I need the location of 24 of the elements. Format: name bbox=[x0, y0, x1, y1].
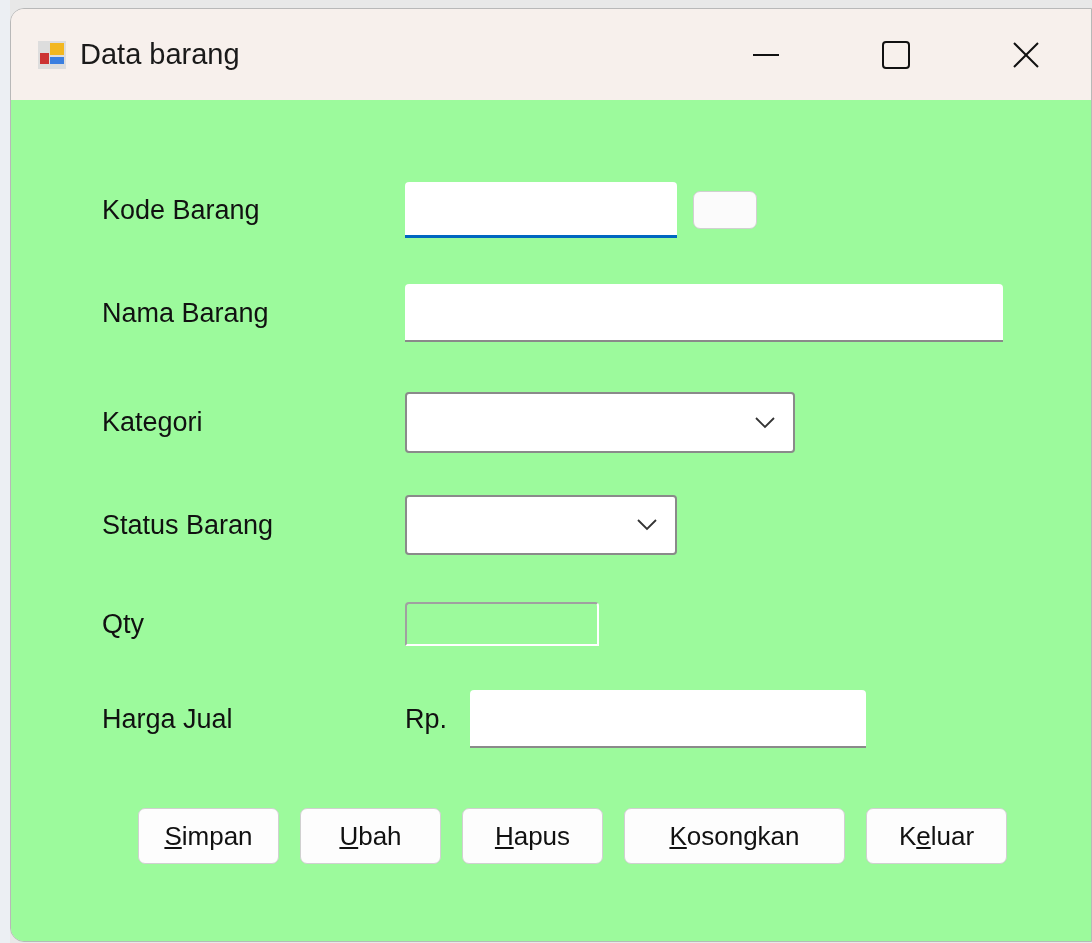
action-button[interactable]: Keluar bbox=[866, 808, 1007, 864]
field-label: Qty bbox=[102, 608, 145, 640]
field-label: Nama Barang bbox=[102, 297, 270, 329]
action-button[interactable]: Hapus bbox=[462, 808, 603, 864]
window-title: Data barang bbox=[80, 38, 241, 71]
field-label: Kategori bbox=[102, 407, 204, 438]
action-button[interactable]: Ubah bbox=[300, 808, 441, 864]
field-label: Status Barang bbox=[102, 509, 275, 541]
maximize-icon bbox=[882, 40, 910, 69]
app-icon bbox=[38, 40, 66, 69]
dropdown-field[interactable] bbox=[405, 495, 677, 555]
text-field[interactable] bbox=[470, 690, 866, 748]
field-label: Kode Barang bbox=[102, 194, 261, 226]
minimize-icon bbox=[753, 53, 779, 56]
action-button[interactable]: Simpan bbox=[138, 808, 279, 864]
text-field[interactable] bbox=[405, 284, 1003, 342]
text-field[interactable] bbox=[405, 182, 677, 238]
dropdown-field[interactable] bbox=[405, 392, 795, 453]
currency-prefix: Rp. bbox=[405, 703, 449, 735]
field-label: Harga Jual bbox=[102, 703, 234, 735]
chevron-down-icon bbox=[755, 416, 775, 429]
close-icon bbox=[1012, 40, 1040, 69]
action-button[interactable]: Kosongkan bbox=[624, 808, 845, 864]
chevron-down-icon bbox=[637, 519, 657, 531]
